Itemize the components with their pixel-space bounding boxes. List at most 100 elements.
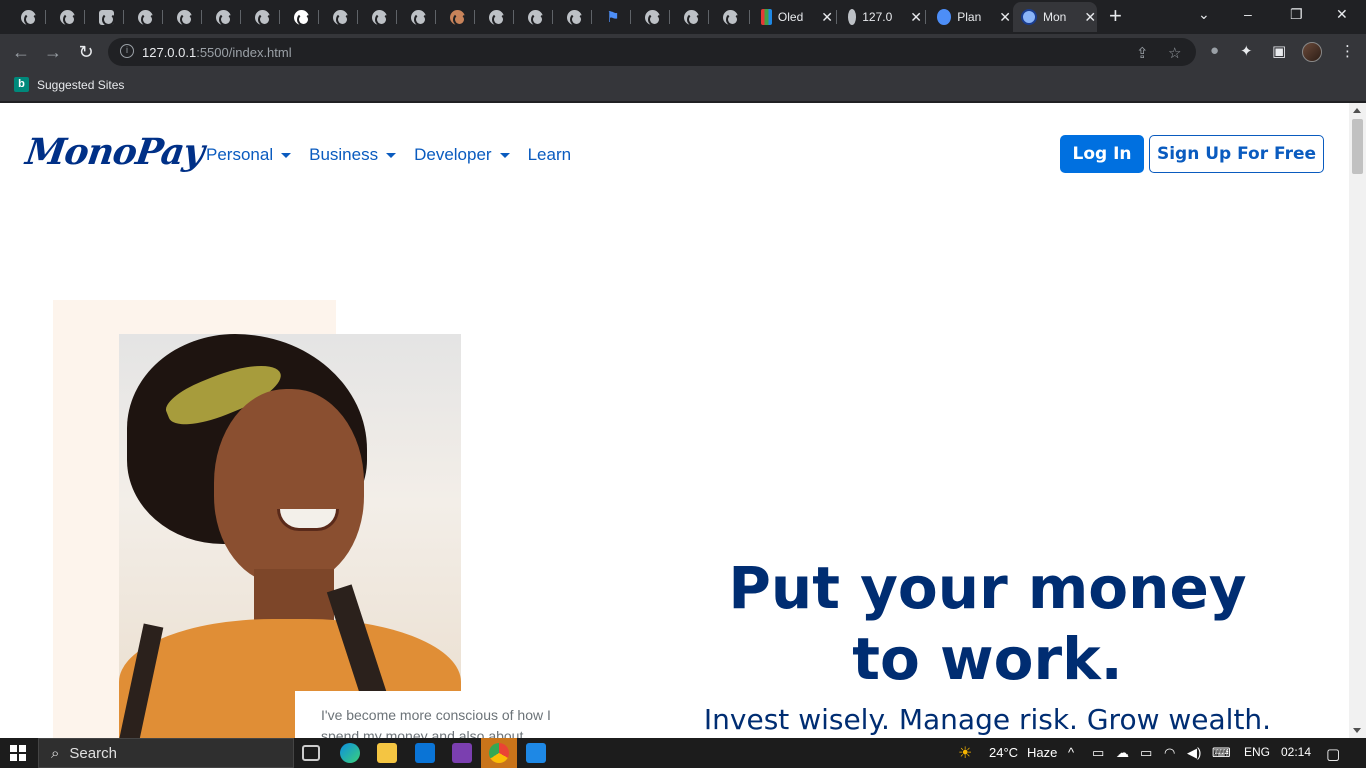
battery-icon[interactable]: ▭ (1140, 745, 1152, 761)
tab-globe-icon[interactable] (329, 6, 351, 28)
main-nav: Personal Business Developer Learn (206, 145, 571, 165)
weather-haze-icon[interactable]: ☀ (958, 743, 972, 763)
tab-separator (162, 10, 163, 24)
globe-icon (59, 9, 76, 26)
signup-button[interactable]: Sign Up For Free (1149, 135, 1324, 173)
tab-globe-icon[interactable] (485, 6, 507, 28)
caret-down-icon (499, 152, 510, 158)
tab-globe-icon[interactable] (680, 6, 702, 28)
wifi-icon[interactable]: ◠ (1164, 745, 1175, 761)
tab-globe-icon[interactable] (134, 6, 156, 28)
globe-icon (722, 9, 739, 26)
keyboard-icon[interactable]: ⌨ (1212, 745, 1231, 761)
chrome-icon[interactable] (489, 743, 509, 763)
url-text[interactable]: 127.0.0.1:5500/index.html (142, 45, 292, 60)
tab-separator (240, 10, 241, 24)
tray-chevron-up-icon[interactable]: ^ (1068, 745, 1074, 760)
bookmark-label: Suggested Sites (37, 77, 125, 92)
close-icon[interactable]: ✕ (1084, 9, 1096, 26)
tab-avatar-icon[interactable] (446, 6, 468, 28)
new-tab-button[interactable]: + (1109, 5, 1122, 27)
tab-globe-icon[interactable] (407, 6, 429, 28)
minimize-button[interactable]: – (1244, 6, 1252, 22)
hero-title-line-2: to work. (852, 625, 1123, 693)
tab-oled[interactable]: Oled ✕ (753, 2, 833, 32)
close-window-button[interactable]: ✕ (1336, 6, 1348, 23)
vscode-icon[interactable] (526, 743, 546, 763)
tab-title: Mon (1043, 10, 1067, 24)
restore-button[interactable]: ❐ (1290, 6, 1303, 23)
tab-github-icon[interactable] (290, 6, 312, 28)
tab-globe-icon[interactable] (719, 6, 741, 28)
url-host: 127.0.0.1 (142, 45, 197, 60)
file-explorer-icon[interactable] (377, 743, 397, 763)
tab-globe-icon[interactable] (56, 6, 78, 28)
nav-developer[interactable]: Developer (414, 145, 510, 165)
testimonial-card: I've become more conscious of how I spen… (295, 691, 585, 738)
tab-globe-icon[interactable] (641, 6, 663, 28)
tab-plan[interactable]: Plan ✕ (929, 2, 1011, 32)
login-button[interactable]: Log In (1060, 135, 1144, 173)
weather-desc[interactable]: Haze (1027, 745, 1057, 760)
tab-globe-icon[interactable] (212, 6, 234, 28)
tab-separator (123, 10, 124, 24)
close-icon[interactable]: ✕ (910, 9, 922, 26)
tab-search-button[interactable]: ⌄ (1198, 6, 1210, 23)
task-view-icon[interactable] (302, 745, 320, 761)
windows-start-icon[interactable] (10, 745, 26, 761)
close-icon[interactable]: ✕ (821, 9, 833, 26)
address-bar[interactable]: i 127.0.0.1:5500/index.html ⇪ ☆ (108, 38, 1196, 66)
side-panel-icon[interactable]: ▣ (1272, 42, 1286, 60)
scroll-up-icon[interactable] (1353, 108, 1361, 113)
tab-globe-icon[interactable] (251, 6, 273, 28)
extensions-puzzle-icon[interactable]: ✦ (1240, 42, 1253, 60)
extension-lens-icon[interactable]: ● (1210, 42, 1219, 59)
share-icon[interactable]: ⇪ (1136, 44, 1149, 62)
tab-globe-icon[interactable] (17, 6, 39, 28)
tab-globe-icon[interactable] (173, 6, 195, 28)
tab-globe-icon[interactable] (368, 6, 390, 28)
page-scrollbar[interactable] (1349, 103, 1366, 738)
volume-icon[interactable]: ◀) (1187, 745, 1201, 761)
reload-button[interactable]: ↻ (75, 41, 97, 63)
mail-icon[interactable] (415, 743, 435, 763)
bookmark-star-icon[interactable]: ☆ (1168, 44, 1181, 62)
menu-kebab-icon[interactable]: ⋮ (1340, 42, 1355, 60)
nav-label: Personal (206, 145, 274, 164)
tab-globe-icon[interactable] (563, 6, 585, 28)
language-indicator[interactable]: ENG (1244, 745, 1270, 759)
onedrive-icon[interactable]: ☁ (1116, 745, 1129, 761)
tab-local[interactable]: 127.0 ✕ (840, 2, 922, 32)
edge-icon[interactable] (340, 743, 360, 763)
profile-avatar[interactable] (1302, 42, 1322, 62)
monopay-logo[interactable]: MonoPay (23, 131, 206, 173)
tab-separator (513, 10, 514, 24)
globe-icon (488, 9, 505, 26)
forward-button[interactable]: → (42, 41, 64, 63)
tab-separator (435, 10, 436, 24)
back-button[interactable]: ← (10, 41, 32, 63)
scroll-thumb[interactable] (1352, 119, 1363, 174)
onenote-icon[interactable] (452, 743, 472, 763)
tab-monopay-active[interactable]: Mon ✕ (1013, 2, 1097, 32)
taskbar-search[interactable]: ⌕ Search (38, 738, 294, 768)
nav-learn[interactable]: Learn (528, 145, 571, 165)
nav-personal[interactable]: Personal (206, 145, 292, 165)
notifications-icon[interactable]: ▢ (1326, 745, 1340, 763)
bookmark-suggested-sites[interactable]: b Suggested Sites (14, 77, 124, 92)
tab-search-icon[interactable] (95, 6, 117, 28)
clock-time[interactable]: 02:14 (1281, 745, 1311, 759)
weather-temp[interactable]: 24°C (989, 745, 1018, 760)
search-icon: ⌕ (51, 744, 60, 762)
scroll-down-icon[interactable] (1353, 728, 1361, 733)
globe-icon (683, 9, 700, 26)
nav-business[interactable]: Business (309, 145, 397, 165)
tab-globe-icon[interactable] (524, 6, 546, 28)
tab-flag-icon[interactable]: ⚑ (602, 6, 624, 28)
close-icon[interactable]: ✕ (999, 9, 1011, 26)
globe-icon (527, 9, 544, 26)
monopay-favicon-icon (1021, 9, 1037, 25)
bookmarks-bar: b Suggested Sites (0, 70, 1366, 102)
meet-icon[interactable]: ▭ (1092, 745, 1104, 761)
site-info-icon[interactable]: i (120, 44, 134, 58)
